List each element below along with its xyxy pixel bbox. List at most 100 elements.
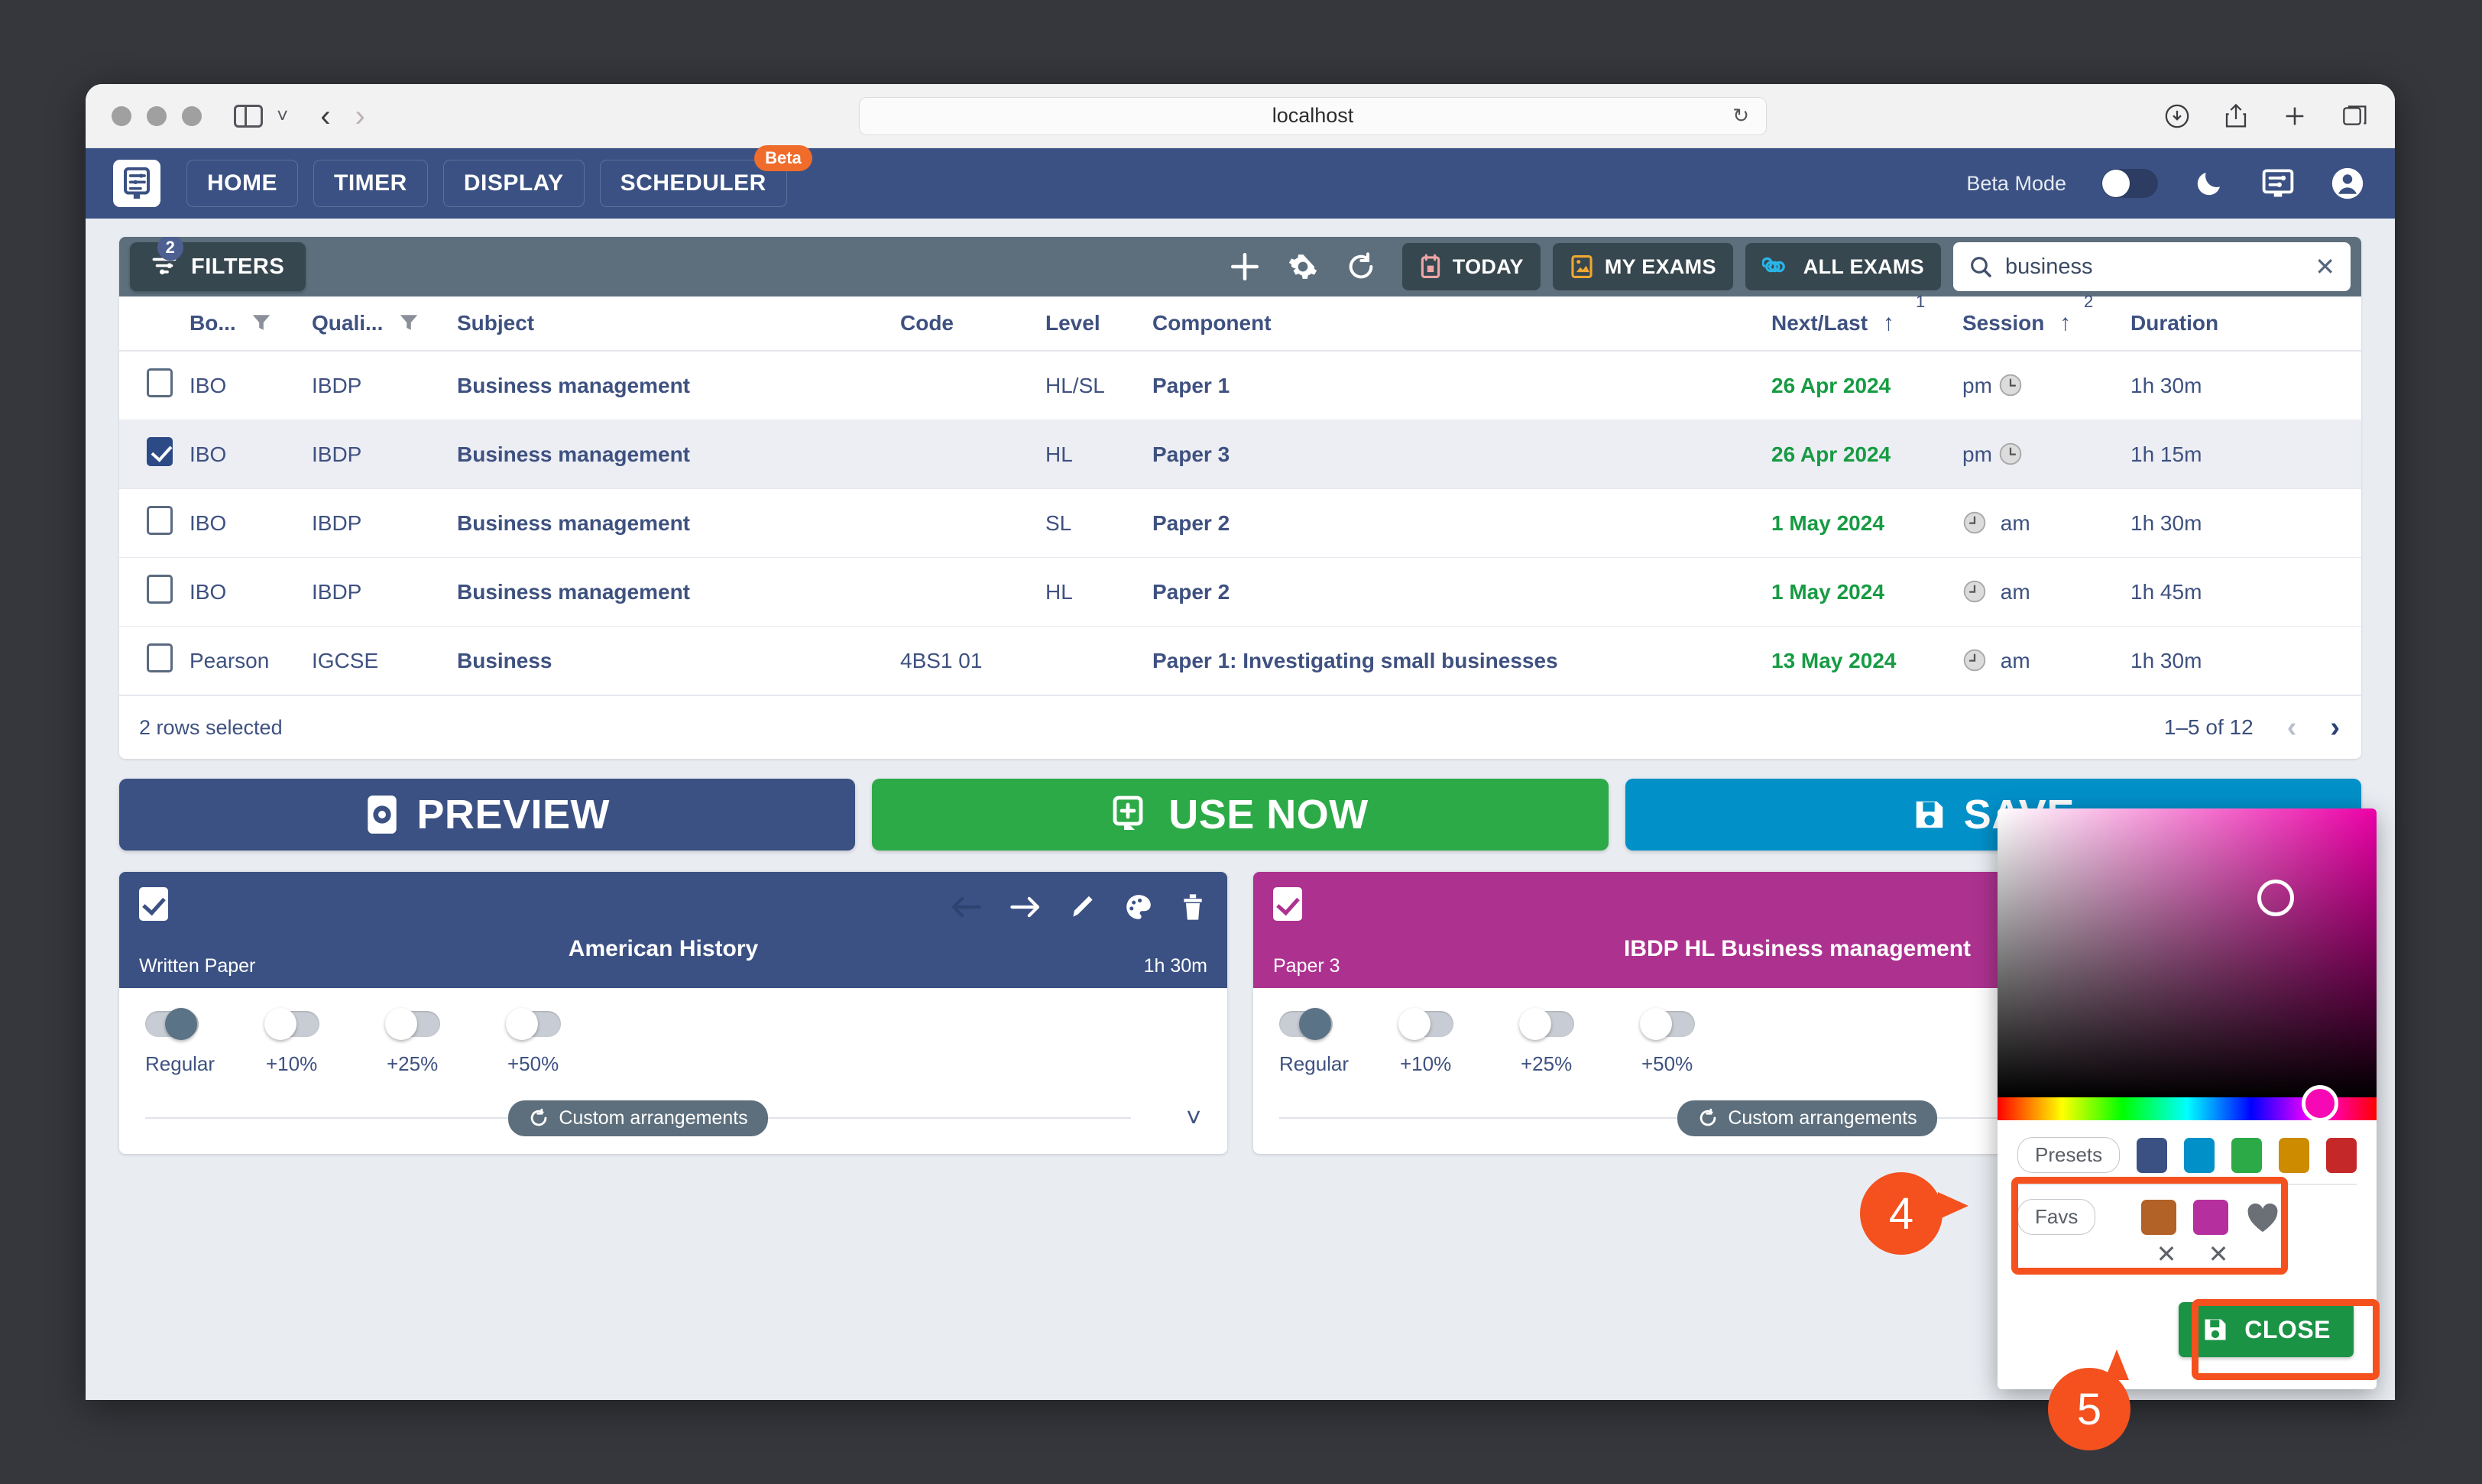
my-exams-button[interactable]: MY EXAMS [1552, 243, 1733, 290]
custom-arrangements-label: Custom arrangements [1728, 1107, 1917, 1129]
use-now-button[interactable]: USE NOW [872, 779, 1609, 851]
row-checkbox-cell[interactable] [119, 420, 190, 489]
next-page-button[interactable]: › [2330, 713, 2340, 742]
saturation-value-area[interactable] [1998, 808, 2377, 1097]
hue-slider[interactable] [1998, 1085, 2377, 1122]
row-checkbox[interactable] [147, 368, 173, 397]
th-subject[interactable]: Subject [457, 296, 900, 352]
address-bar[interactable]: localhost ↻ [859, 96, 1767, 135]
display-icon[interactable] [2260, 167, 2296, 199]
filters-button[interactable]: 2 FILTERS [130, 237, 306, 291]
back-arrow-icon[interactable]: ‹ [308, 101, 342, 131]
moon-icon[interactable] [2193, 167, 2225, 199]
saturation-knob[interactable] [2257, 880, 2294, 916]
nav-tab-scheduler[interactable]: SCHEDULER Beta [599, 145, 812, 207]
th-board[interactable]: Bo... [190, 296, 312, 352]
th-session[interactable]: Session ↑ 2 [1962, 292, 2130, 352]
forward-arrow-icon[interactable] [1009, 895, 1042, 919]
app-logo-icon[interactable] [113, 160, 160, 207]
row-checkbox-cell[interactable] [119, 557, 190, 627]
preset-swatch-amber[interactable] [2279, 1137, 2310, 1173]
download-icon[interactable] [2164, 103, 2190, 129]
preview-button[interactable]: PREVIEW [119, 779, 856, 851]
clear-search-icon[interactable]: ✕ [2315, 252, 2335, 281]
row-checkbox-cell[interactable] [119, 627, 190, 695]
trash-icon[interactable] [1180, 892, 1206, 922]
row-checkbox[interactable] [147, 643, 173, 672]
forward-arrow-icon[interactable]: › [343, 101, 377, 131]
window-controls[interactable] [112, 105, 202, 126]
toggle-plus25[interactable] [385, 1008, 440, 1040]
toggle-plus10[interactable] [264, 1008, 319, 1040]
hue-knob[interactable] [2302, 1085, 2338, 1122]
chevron-down-icon[interactable]: ˅ [277, 104, 288, 128]
toggle-plus10[interactable] [1398, 1008, 1453, 1040]
new-tab-icon[interactable] [2282, 103, 2308, 129]
app-navbar-right: Beta Mode [1966, 167, 2364, 200]
tabs-icon[interactable] [2341, 104, 2369, 128]
table-row[interactable]: IBO IBDP Business management HL/SL Paper… [119, 351, 2361, 420]
th-select-all[interactable] [119, 296, 190, 352]
today-button[interactable]: TODAY [1401, 243, 1541, 290]
preset-swatch-cyan[interactable] [2184, 1137, 2215, 1173]
search-input[interactable]: business ✕ [1953, 242, 2351, 291]
custom-arrangements-button[interactable]: Custom arrangements [1677, 1100, 1937, 1136]
preset-swatch-blue[interactable] [2137, 1137, 2168, 1173]
minimize-window-button[interactable] [147, 105, 167, 126]
palette-icon[interactable] [1123, 893, 1154, 922]
exam-card-checkbox[interactable] [139, 887, 168, 921]
toggle-plus50[interactable] [1640, 1008, 1695, 1040]
add-icon[interactable] [1216, 251, 1274, 283]
prev-page-button[interactable]: ‹ [2287, 713, 2297, 742]
preset-swatch-green[interactable] [2231, 1137, 2263, 1173]
nav-tab-home[interactable]: HOME [186, 160, 298, 207]
edit-pencil-icon[interactable] [1068, 893, 1097, 922]
share-icon[interactable] [2224, 102, 2248, 130]
sort-asc-icon[interactable]: ↑ [2059, 310, 2071, 335]
row-checkbox-cell[interactable] [119, 488, 190, 558]
beta-mode-toggle[interactable] [2101, 169, 2158, 198]
th-next-last[interactable]: Next/Last ↑ 1 [1771, 292, 1962, 352]
nav-tab-timer-label: TIMER [334, 170, 407, 196]
toggle-regular[interactable] [1279, 1008, 1333, 1040]
toggle-regular[interactable] [145, 1008, 199, 1040]
search-icon [1971, 257, 1991, 277]
row-checkbox[interactable] [147, 575, 173, 604]
exam-card-checkbox[interactable] [1273, 887, 1302, 921]
row-checkbox-cell[interactable] [119, 351, 190, 420]
annotation-marker-5: 5 [2048, 1350, 2130, 1450]
th-code[interactable]: Code [900, 296, 1045, 352]
custom-arrangements-icon [1700, 1108, 1716, 1126]
table-row[interactable]: IBO IBDP Business management HL Paper 2 … [119, 557, 2361, 627]
th-duration[interactable]: Duration [2130, 296, 2361, 352]
toggle-regular-label: Regular [145, 1052, 215, 1075]
table-row[interactable]: IBO IBDP Business management HL Paper 3 … [119, 420, 2361, 489]
toggle-plus50[interactable] [506, 1008, 561, 1040]
th-component[interactable]: Component [1152, 296, 1771, 352]
th-level[interactable]: Level [1045, 296, 1152, 352]
row-checkbox[interactable] [147, 437, 173, 466]
maximize-window-button[interactable] [182, 105, 202, 126]
table-row[interactable]: IBO IBDP Business management SL Paper 2 … [119, 488, 2361, 558]
funnel-icon[interactable] [398, 312, 420, 333]
chevron-down-icon[interactable]: ˅ [1186, 1103, 1201, 1133]
funnel-icon[interactable] [251, 312, 272, 333]
row-checkbox[interactable] [147, 506, 173, 535]
nav-tab-timer[interactable]: TIMER [313, 160, 428, 207]
all-exams-button[interactable]: ALL EXAMS [1745, 243, 1941, 290]
cell-code [900, 420, 1045, 489]
gear-icon[interactable] [1274, 251, 1332, 282]
toggle-plus25[interactable] [1519, 1008, 1574, 1040]
preset-swatch-red[interactable] [2326, 1137, 2357, 1173]
custom-arrangements-button[interactable]: Custom arrangements [508, 1100, 768, 1136]
account-icon[interactable] [2331, 167, 2364, 200]
table-row[interactable]: Pearson IGCSE Business 4BS1 01 Paper 1: … [119, 627, 2361, 695]
reload-icon[interactable]: ↻ [1732, 104, 1749, 128]
back-arrow-icon[interactable] [949, 895, 983, 919]
reset-icon[interactable] [1332, 251, 1390, 282]
nav-tab-display[interactable]: DISPLAY [442, 160, 585, 207]
th-qualification[interactable]: Quali... [312, 296, 457, 352]
sort-asc-icon[interactable]: ↑ [1883, 310, 1894, 335]
sidebar-icon[interactable] [234, 104, 263, 128]
close-window-button[interactable] [112, 105, 131, 126]
